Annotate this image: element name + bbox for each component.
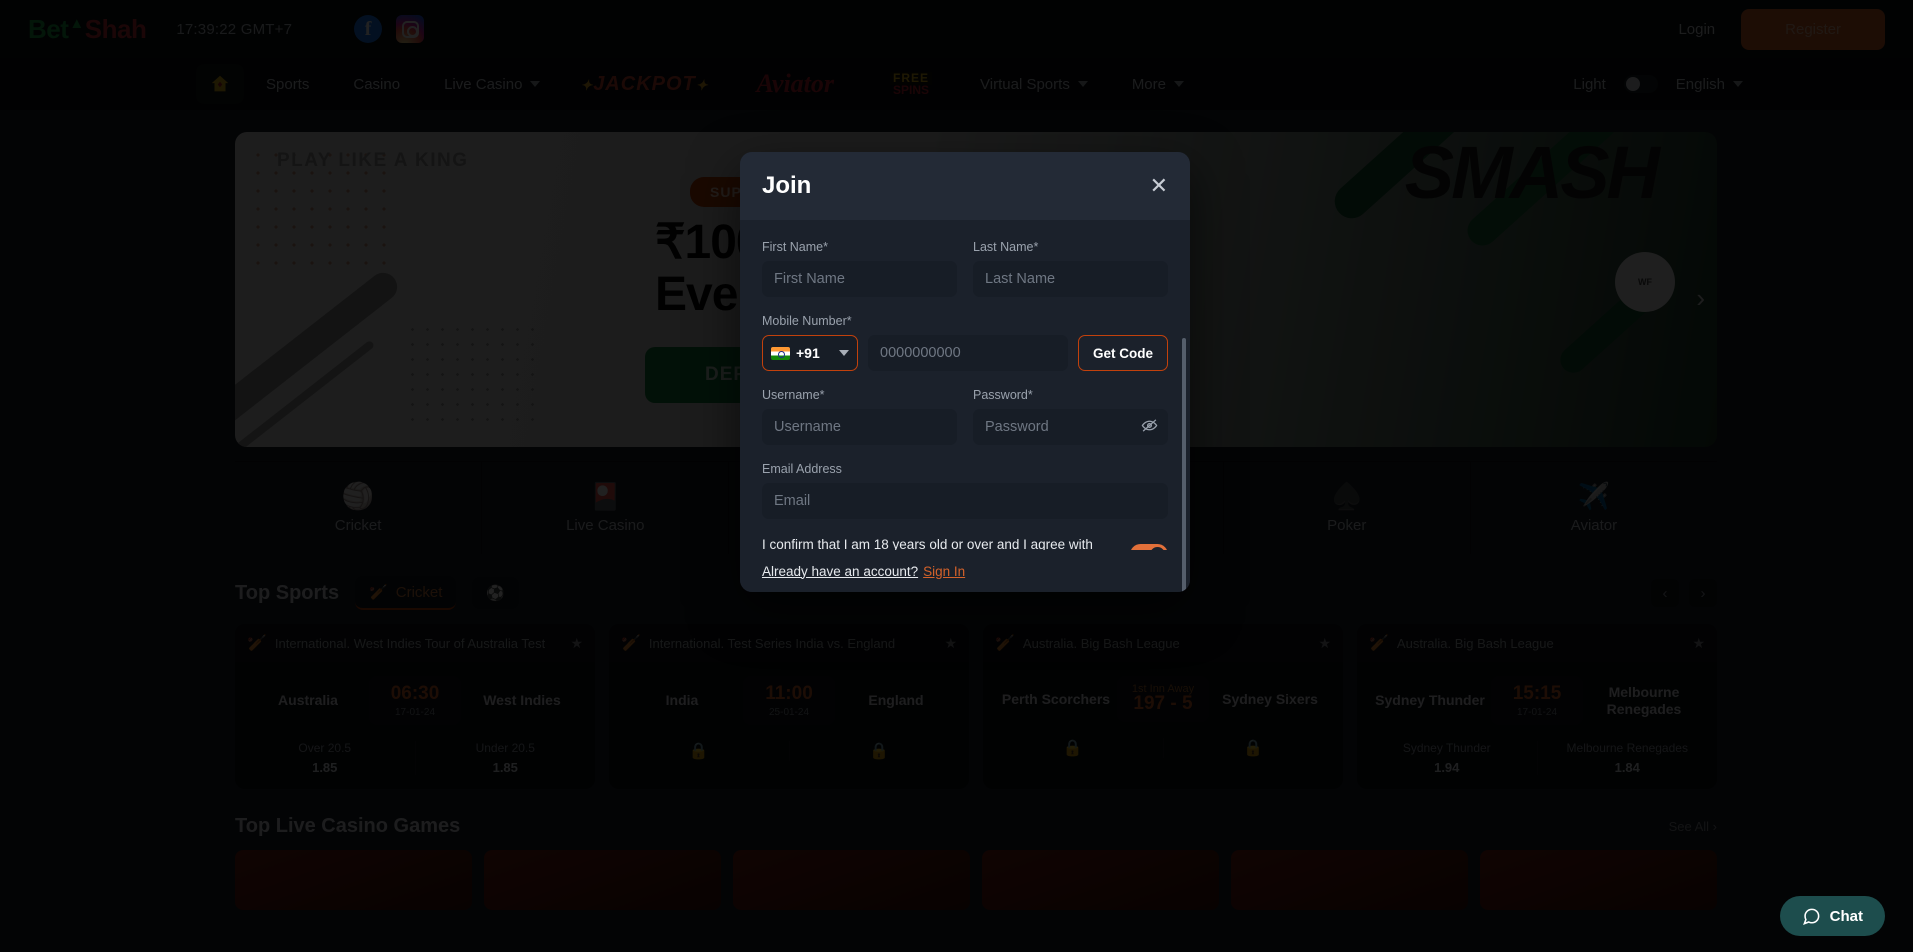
first-name-group: First Name*: [762, 240, 957, 297]
country-code-select[interactable]: +91: [762, 335, 858, 371]
phone-row: +91 Get Code: [762, 335, 1168, 371]
password-label: Password*: [973, 388, 1033, 402]
close-icon[interactable]: ✕: [1150, 175, 1168, 197]
first-name-input[interactable]: [762, 261, 957, 297]
chat-button[interactable]: Chat: [1779, 896, 1885, 936]
username-group: Username*: [762, 388, 957, 445]
password-wrapper: [973, 409, 1168, 445]
name-row: First Name* Last Name*: [762, 240, 1168, 297]
modal-title: Join: [762, 172, 812, 199]
last-name-group: Last Name*: [973, 240, 1168, 297]
password-group: Password*: [973, 388, 1168, 445]
modal-header: Join ✕: [740, 152, 1190, 220]
modal-body: First Name* Last Name* Mobile Number* +9…: [740, 220, 1190, 550]
eye-off-icon[interactable]: [1141, 417, 1158, 438]
modal-scrollbar[interactable]: [1182, 338, 1186, 592]
last-name-label: Last Name*: [973, 240, 1039, 254]
app-root: Bet ▲ Shah 17:39:22 GMT+7 f Login Regist…: [0, 0, 1913, 952]
join-modal: Join ✕ First Name* Last Name* Mobile Num…: [740, 152, 1190, 592]
email-input[interactable]: [762, 483, 1168, 519]
get-code-button[interactable]: Get Code: [1077, 335, 1168, 371]
credentials-row: Username* Password*: [762, 388, 1168, 445]
consent-text: I confirm that I am 18 years old or over…: [762, 537, 1093, 550]
already-account-text: Already have an account?: [762, 563, 919, 579]
consent-toggle[interactable]: [1130, 543, 1168, 550]
chat-label: Chat: [1829, 907, 1863, 925]
mobile-number-input[interactable]: [868, 335, 1068, 371]
modal-footer: Already have an account? Sign In: [740, 550, 1190, 592]
country-code-value: +91: [796, 345, 820, 361]
sign-in-link[interactable]: Sign In: [923, 564, 965, 579]
chevron-down-icon: [839, 350, 849, 356]
last-name-input[interactable]: [973, 261, 1168, 297]
username-input[interactable]: [762, 409, 957, 445]
chat-icon: [1802, 908, 1820, 925]
email-label: Email Address: [762, 462, 842, 476]
username-label: Username*: [762, 388, 825, 402]
consent-row: I confirm that I am 18 years old or over…: [762, 536, 1168, 550]
password-input[interactable]: [973, 409, 1168, 445]
mobile-group: Mobile Number* +91 Get Code: [762, 314, 1168, 371]
india-flag-icon: [771, 346, 790, 360]
first-name-label: First Name*: [762, 240, 828, 254]
email-group: Email Address: [762, 462, 1168, 519]
mobile-label: Mobile Number*: [762, 314, 852, 328]
